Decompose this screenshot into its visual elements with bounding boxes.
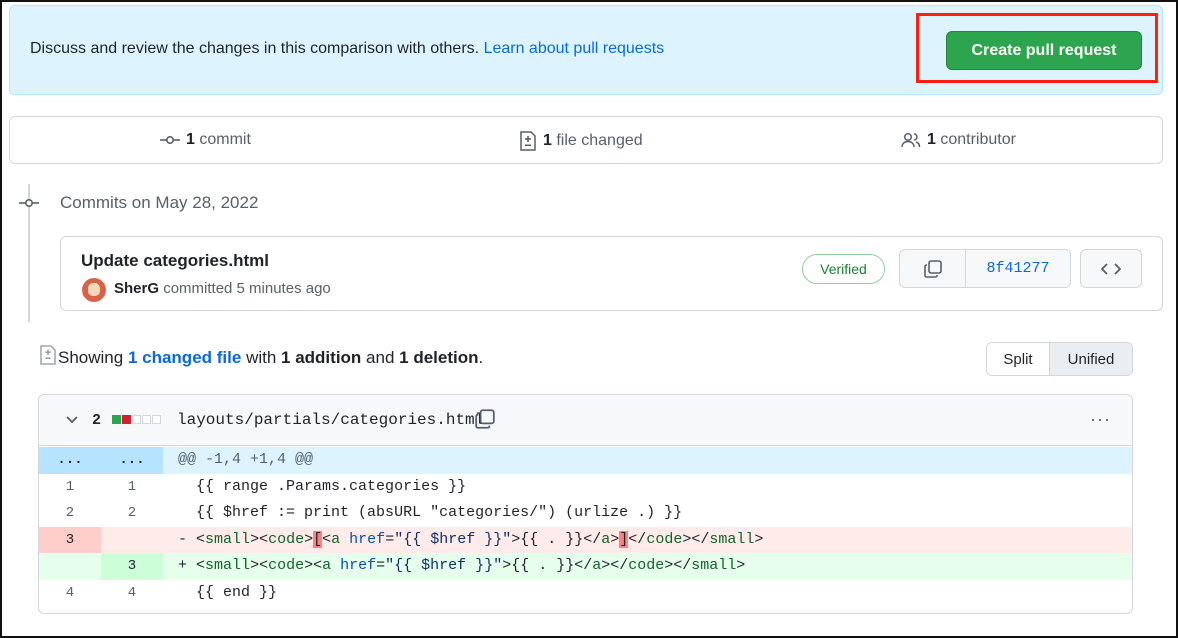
copy-icon xyxy=(923,259,942,278)
sha-button-group: 8f41277 xyxy=(899,249,1071,288)
new-line-number[interactable]: 4 xyxy=(101,580,163,607)
new-line-number xyxy=(101,526,163,553)
file-path[interactable]: layouts/partials/categories.html xyxy=(177,411,484,429)
file-options-kebab-icon[interactable]: ··· xyxy=(1090,409,1111,430)
commit-title[interactable]: Update categories.html xyxy=(81,251,269,271)
commits-stat[interactable]: 1 commit xyxy=(160,131,251,149)
code-line: {{ range .Params.categories }} xyxy=(196,477,467,495)
learn-pull-requests-link[interactable]: Learn about pull requests xyxy=(484,40,665,57)
commit-time: committed 5 minutes ago xyxy=(163,280,331,297)
file-diff: 2 layouts/partials/categories.html ··· .… xyxy=(38,394,1133,614)
diffstat-bar xyxy=(112,415,161,424)
avatar[interactable] xyxy=(82,278,106,302)
create-pull-request-button[interactable]: Create pull request xyxy=(946,31,1142,70)
expand-up-button[interactable]: ... xyxy=(39,447,101,474)
commit-timeline-icon xyxy=(19,199,39,208)
commits-date-heading: Commits on May 28, 2022 xyxy=(60,193,259,212)
new-line-number[interactable]: 1 xyxy=(101,474,163,501)
verified-badge[interactable]: Verified xyxy=(802,254,885,284)
hunk-header: @@ -1,4 +1,4 @@ xyxy=(178,451,314,468)
commit-sha-link[interactable]: 8f41277 xyxy=(966,250,1070,287)
file-diff-icon xyxy=(40,345,56,365)
files-label: file changed xyxy=(556,132,643,149)
banner-message: Discuss and review the changes in this c… xyxy=(30,40,480,57)
diff-view-toggle: Split Unified xyxy=(986,342,1133,376)
code-line: {{ end }} xyxy=(196,583,278,601)
code-line: - <small><code>[<a href="{{ $href }}">{{… xyxy=(178,530,764,548)
old-line-number[interactable]: 3 xyxy=(39,526,101,553)
files-count: 1 xyxy=(543,132,552,149)
people-icon xyxy=(901,132,921,148)
new-line-number[interactable]: 2 xyxy=(101,500,163,527)
deletions-count: 1 deletion xyxy=(399,348,479,367)
diff-line-count: 2 xyxy=(92,412,102,429)
new-line-number[interactable]: 3 xyxy=(101,553,163,580)
old-line-number[interactable]: 1 xyxy=(39,474,101,501)
copy-sha-button[interactable] xyxy=(900,250,966,287)
banner-text: Discuss and review the changes in this c… xyxy=(30,40,664,58)
diff-summary: Showing 1 changed file with 1 addition a… xyxy=(58,348,483,368)
with-label: with xyxy=(246,348,277,367)
commit-card: Update categories.html SherG committed 5… xyxy=(60,236,1163,311)
old-line-number xyxy=(39,553,101,580)
compare-stats-bar: 1 commit 1 file changed 1 contributor xyxy=(9,116,1163,164)
commit-meta: SherG committed 5 minutes ago xyxy=(114,280,331,297)
diff-row: 2 2 {{ $href := print (absURL "categorie… xyxy=(39,500,1132,527)
showing-label: Showing xyxy=(58,348,124,367)
code-icon xyxy=(1101,262,1121,275)
commits-count: 1 xyxy=(186,131,195,148)
old-line-number[interactable]: 4 xyxy=(39,580,101,607)
file-diff-icon xyxy=(520,131,536,151)
summary-period: . xyxy=(478,348,484,367)
contributors-count: 1 xyxy=(927,131,936,148)
additions-count: 1 addition xyxy=(281,348,362,367)
hunk-header-row: ... ... @@ -1,4 +1,4 @@ xyxy=(39,447,1132,474)
file-diff-header: 2 layouts/partials/categories.html ··· xyxy=(39,395,1132,446)
copy-icon[interactable] xyxy=(474,408,496,430)
diff-row: 1 1 {{ range .Params.categories }} xyxy=(39,474,1132,501)
contributors-label: contributor xyxy=(940,131,1016,148)
diff-row: 4 4 {{ end }} xyxy=(39,580,1132,607)
diff-lines: ... ... @@ -1,4 +1,4 @@ 1 1 {{ range .Pa… xyxy=(39,447,1132,606)
diff-row-addition: 3 + <small><code><a href="{{ $href }}">{… xyxy=(39,553,1132,580)
diff-row-deletion: 3 - <small><code>[<a href="{{ $href }}">… xyxy=(39,526,1132,553)
unified-view-button[interactable]: Unified xyxy=(1050,343,1132,375)
old-line-number[interactable]: 2 xyxy=(39,500,101,527)
contributors-stat[interactable]: 1 contributor xyxy=(901,131,1016,149)
and-label: and xyxy=(366,348,395,367)
commits-label: commit xyxy=(199,131,251,148)
commit-author[interactable]: SherG xyxy=(114,280,159,297)
code-line: + <small><code><a href="{{ $href }}">{{ … xyxy=(178,557,746,574)
files-changed-stat[interactable]: 1 file changed xyxy=(519,131,643,151)
expand-down-button[interactable]: ... xyxy=(101,447,163,474)
split-view-button[interactable]: Split xyxy=(987,343,1050,375)
commit-icon xyxy=(160,136,180,145)
changed-files-link[interactable]: 1 changed file xyxy=(128,348,241,367)
code-line: {{ $href := print (absURL "categories/")… xyxy=(196,504,683,521)
browse-repository-button[interactable] xyxy=(1080,249,1142,288)
chevron-down-icon[interactable] xyxy=(65,415,79,425)
